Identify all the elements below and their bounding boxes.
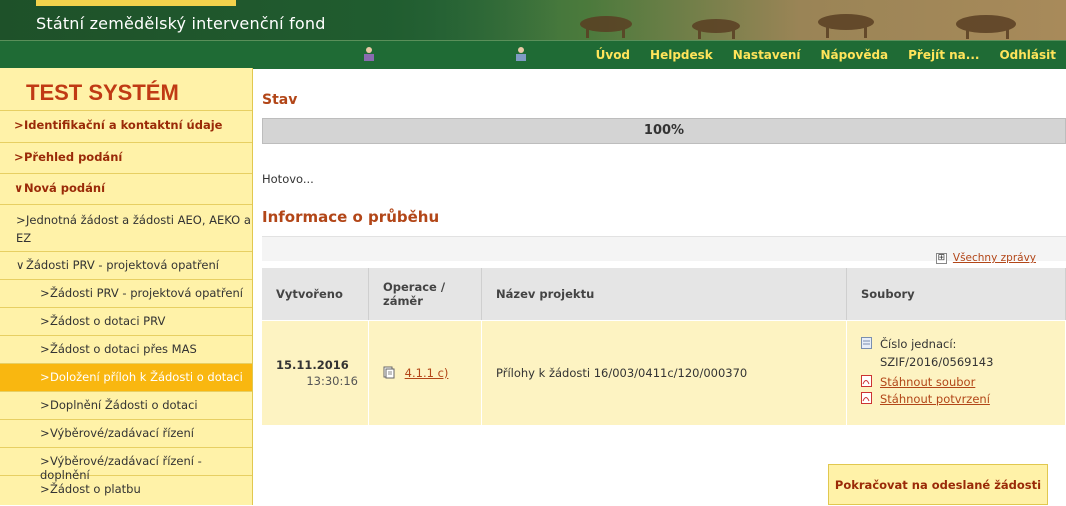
main-menu: Úvod Helpdesk Nastavení Nápověda Přejít …: [586, 41, 1066, 69]
menu-item-prejit-na[interactable]: Přejít na...: [898, 41, 989, 69]
chevron-right-icon: >: [40, 398, 50, 412]
menu-item-nastaveni[interactable]: Nastavení: [723, 41, 811, 69]
chevron-right-icon: >: [40, 482, 50, 496]
organization-name: Státní zemědělský intervenční fond: [36, 14, 326, 33]
cell-created: 15.11.2016 13:30:16: [262, 320, 369, 425]
chevron-right-icon: >: [40, 314, 50, 328]
sidebar-item-label: Žádosti PRV - projektová opatření: [26, 258, 219, 272]
created-time: 13:30:16: [306, 374, 358, 388]
logo-strip: [36, 0, 236, 6]
sidebar: TEST SYSTÉM >Identifikační a kontaktní ú…: [0, 68, 253, 505]
all-messages-link[interactable]: Všechny zprávy: [953, 252, 1036, 264]
chevron-right-icon: >: [16, 213, 26, 227]
sidebar-item-label: Přehled podání: [24, 150, 123, 164]
pdf-icon: [861, 375, 872, 387]
progress-table: Vytvořeno Operace / záměr Název projektu…: [262, 268, 1066, 425]
sidebar-item-nova-podani[interactable]: ∨Nová podání: [0, 173, 252, 204]
pdf-icon: [861, 392, 872, 404]
sidebar-item-label: Doložení příloh k Žádosti o dotaci: [50, 370, 243, 384]
sidebar-item-label: Žádosti PRV - projektová opatření: [50, 286, 243, 300]
progress-label: 100%: [643, 123, 685, 138]
info-heading: Informace o průběhu: [262, 208, 440, 226]
all-messages-toggle: ⊞ Všechny zprávy: [935, 252, 1036, 264]
sidebar-item-doplneni-zadosti[interactable]: >Doplnění Žádosti o dotaci: [0, 391, 252, 419]
sidebar-item-label: Identifikační a kontaktní údaje: [24, 118, 223, 132]
operation-link[interactable]: 4.1.1 c): [405, 366, 449, 380]
progress-bar: 100%: [262, 118, 1066, 144]
continue-to-submitted-button[interactable]: Pokračovat na odeslané žádosti: [828, 464, 1048, 505]
menu-item-napoveda[interactable]: Nápověda: [811, 41, 899, 69]
sidebar-item-label: Výběrové/zadávací řízení: [50, 426, 194, 440]
sidebar-item-label: Doplnění Žádosti o dotaci: [50, 398, 198, 412]
expand-icon[interactable]: ⊞: [935, 252, 947, 264]
reference-number: SZIF/2016/0569143: [880, 355, 994, 369]
header-banner: Státní zemědělský intervenční fond: [0, 0, 1066, 40]
column-header-files: Soubory: [846, 268, 1066, 321]
download-confirmation-row: Stáhnout potvrzení: [861, 392, 1065, 406]
document-icon: [861, 337, 872, 349]
chevron-right-icon: >: [40, 286, 50, 300]
created-date: 15.11.2016: [276, 358, 349, 372]
sidebar-item-zadost-o-platbu[interactable]: >Žádost o platbu: [0, 475, 252, 503]
sidebar-item-dolozeni-priloh[interactable]: >Doložení příloh k Žádosti o dotaci: [0, 363, 252, 391]
sidebar-item-zadosti-prv-projektova[interactable]: >Žádosti PRV - projektová opatření: [0, 279, 252, 307]
menu-item-odhlasit[interactable]: Odhlásit: [989, 41, 1066, 69]
cell-operation: 4.1.1 c): [368, 320, 482, 425]
user-icon[interactable]: [514, 46, 528, 62]
menu-item-uvod[interactable]: Úvod: [586, 41, 640, 69]
cattle-illustration: [580, 14, 1016, 39]
sidebar-item-label: Žádost o dotaci PRV: [50, 314, 166, 328]
cell-project: Přílohy k žádosti 16/003/0411c/120/00037…: [481, 320, 847, 425]
menu-item-helpdesk[interactable]: Helpdesk: [640, 41, 723, 69]
top-menu-bar: Úvod Helpdesk Nastavení Nápověda Přejít …: [0, 40, 1066, 69]
page-header: Státní zemědělský intervenční fond Úvod …: [0, 0, 1066, 69]
sidebar-item-zadost-pres-mas[interactable]: >Žádost o dotaci přes MAS: [0, 335, 252, 363]
chevron-right-icon: >: [40, 426, 50, 440]
chevron-right-icon: >: [14, 150, 24, 164]
sidebar-item-label: Jednotná žádost a žádosti AEO, AEKO a EZ: [16, 213, 251, 245]
download-file-link[interactable]: Stáhnout soubor: [880, 375, 975, 389]
column-header-project: Název projektu: [481, 268, 847, 321]
table-row: 15.11.2016 13:30:16 4.1.1 c) Přílohy k ž…: [262, 320, 1066, 425]
download-file-row: Stáhnout soubor: [861, 375, 1065, 389]
chevron-right-icon: >: [40, 370, 50, 384]
status-heading: Stav: [262, 92, 298, 108]
download-confirmation-link[interactable]: Stáhnout potvrzení: [880, 392, 990, 406]
sidebar-item-jednotna-zadost[interactable]: >Jednotná žádost a žádosti AEO, AEKO a E…: [0, 204, 252, 251]
column-header-operation: Operace / záměr: [368, 268, 482, 321]
sidebar-item-prehled-podani[interactable]: >Přehled podání: [0, 142, 252, 173]
sidebar-item-label: Nová podání: [24, 181, 106, 195]
cell-files: Číslo jednací: SZIF/2016/0569143 Stáhnou…: [846, 320, 1066, 425]
chevron-down-icon: ∨: [14, 181, 24, 195]
sidebar-item-vyberove-rizeni-doplneni[interactable]: >Výběrové/zadávací řízení - doplnění: [0, 447, 252, 482]
sidebar-item-label: Žádost o dotaci přes MAS: [50, 342, 197, 356]
sidebar-item-zadost-o-dotaci-prv[interactable]: >Žádost o dotaci PRV: [0, 307, 252, 335]
sidebar-item-label: Žádost o platbu: [50, 482, 141, 496]
sidebar-item-identifikacni-udaje[interactable]: >Identifikační a kontaktní údaje: [0, 110, 252, 142]
chevron-right-icon: >: [14, 118, 24, 132]
user-icon[interactable]: [362, 46, 376, 62]
system-title: TEST SYSTÉM: [26, 80, 179, 105]
column-header-created: Vytvořeno: [262, 268, 369, 321]
reference-label: Číslo jednací:: [880, 337, 957, 351]
table-header-row: Vytvořeno Operace / záměr Název projektu…: [262, 268, 1066, 321]
sidebar-item-vyberove-rizeni[interactable]: >Výběrové/zadávací řízení: [0, 419, 252, 447]
status-text: Hotovo...: [262, 172, 314, 186]
document-link-icon: [383, 366, 395, 379]
reference-info: Číslo jednací: SZIF/2016/0569143: [861, 337, 1065, 369]
chevron-right-icon: >: [40, 454, 50, 468]
chevron-right-icon: >: [40, 342, 50, 356]
sidebar-item-zadosti-prv[interactable]: ∨ Žádosti PRV - projektová opatření: [0, 251, 252, 279]
chevron-down-icon: ∨: [16, 258, 25, 272]
